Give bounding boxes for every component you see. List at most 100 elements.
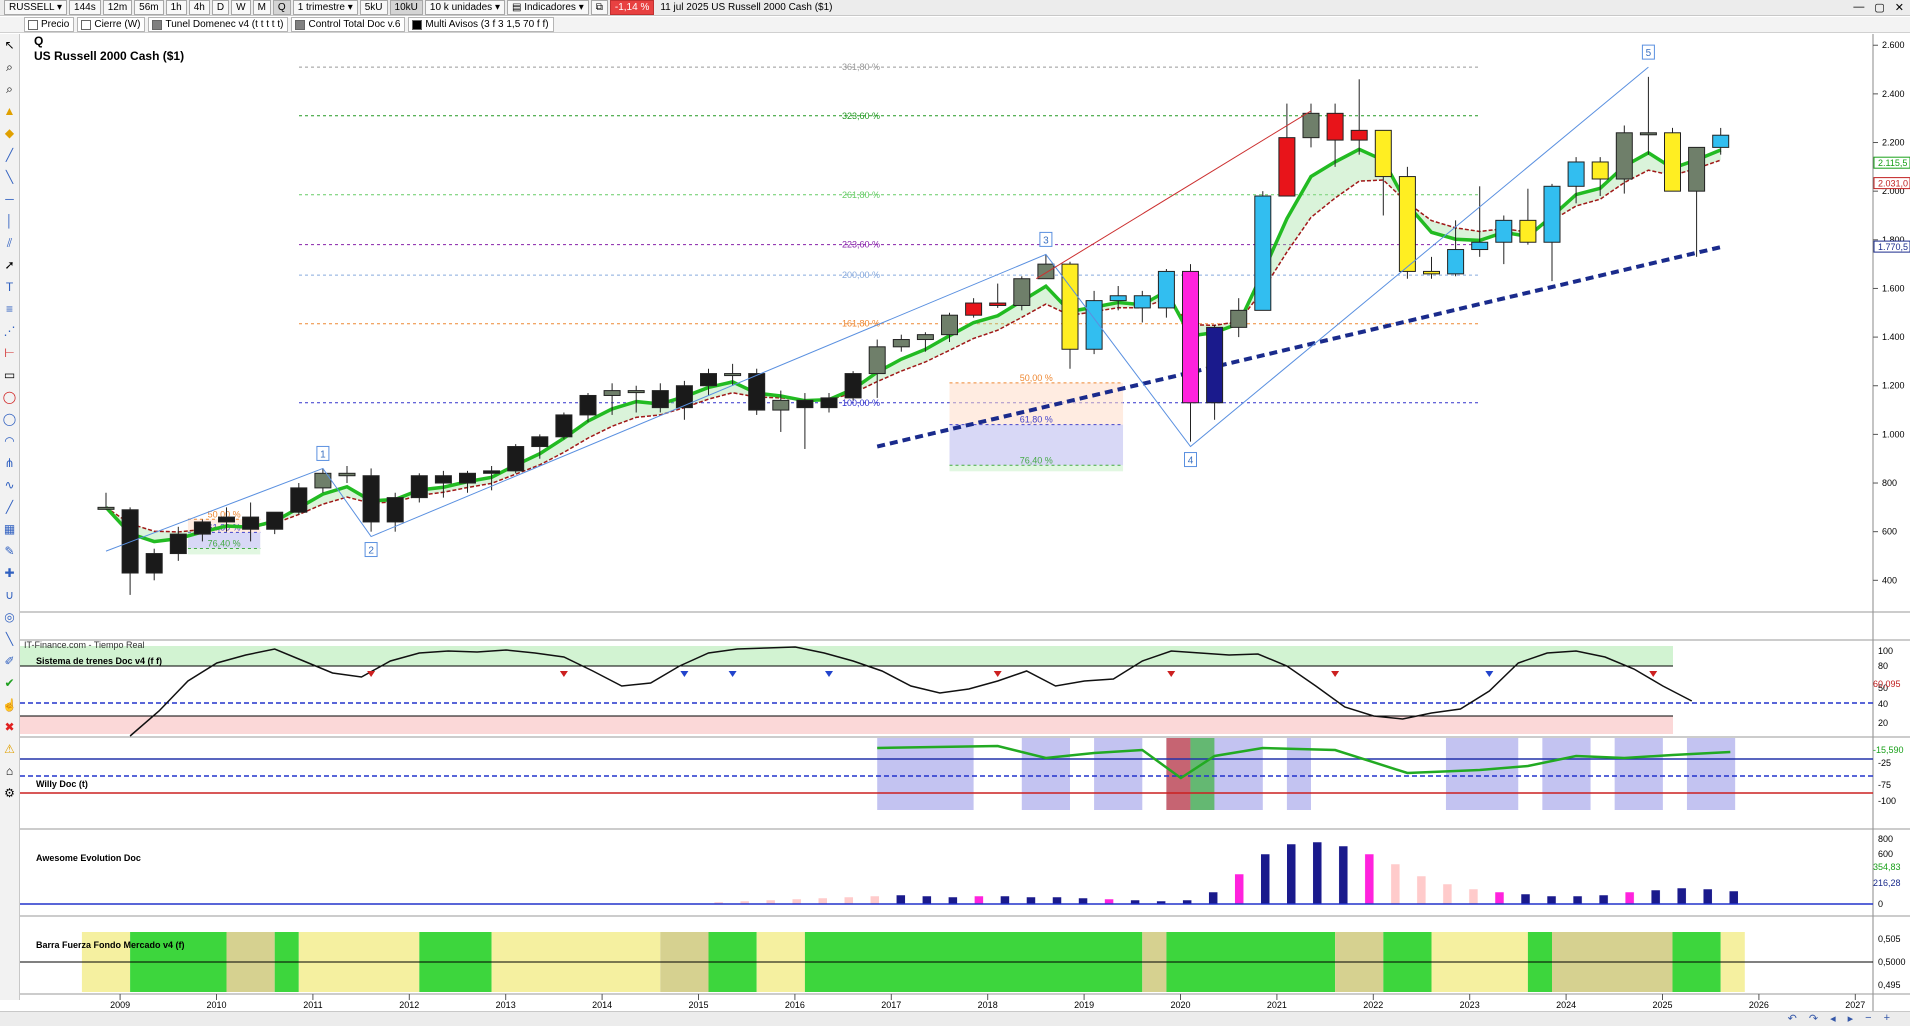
- check-icon[interactable]: ✔: [0, 672, 19, 694]
- candle-body: [97, 506, 115, 510]
- signal-arrow: [728, 671, 737, 677]
- alert-icon[interactable]: ▲: [0, 100, 19, 122]
- undo-icon[interactable]: ↶: [1788, 1012, 1797, 1025]
- interval-m[interactable]: M: [252, 0, 271, 15]
- candle-body: [434, 475, 452, 484]
- pen-icon[interactable]: ✐: [0, 650, 19, 672]
- awesome-bar: [1338, 845, 1349, 905]
- copy-icon[interactable]: ⧉: [590, 0, 608, 15]
- hline-icon[interactable]: ─: [0, 188, 19, 210]
- slash-icon[interactable]: ╱: [0, 496, 19, 518]
- channel-icon[interactable]: ⫽: [0, 232, 19, 254]
- candle-body: [169, 533, 187, 555]
- interval-56m[interactable]: 56m: [134, 0, 164, 15]
- thumbs-up-icon[interactable]: ☝: [0, 694, 19, 716]
- target-icon[interactable]: ◎: [0, 606, 19, 628]
- candle-body: [1302, 112, 1320, 139]
- units-select[interactable]: 10 k unidades ▾: [424, 0, 505, 15]
- close-icon[interactable]: ✕: [1895, 1, 1904, 14]
- measure-icon[interactable]: ▭: [0, 364, 19, 386]
- willy-band: [1021, 738, 1070, 810]
- wave-icon[interactable]: ∿: [0, 474, 19, 496]
- delete-icon[interactable]: ✖: [0, 716, 19, 738]
- maximize-icon[interactable]: ▢: [1874, 1, 1884, 14]
- symbol-select[interactable]: RUSSELL ▾: [4, 0, 68, 15]
- arc-icon[interactable]: ◠: [0, 430, 19, 452]
- wave-label: 5: [1646, 48, 1652, 59]
- candle-body: [338, 472, 356, 477]
- retracement-zone: [187, 548, 261, 555]
- candle-body: [1061, 263, 1079, 350]
- trash-icon[interactable]: ⌂: [0, 760, 19, 782]
- wave-label: 2: [368, 546, 374, 557]
- candle-body: [675, 385, 693, 409]
- color-swatch: [28, 19, 38, 30]
- warning-icon[interactable]: ⚠: [0, 738, 19, 760]
- text-icon[interactable]: T: [0, 276, 19, 298]
- candle-body: [941, 314, 958, 336]
- minimize-icon[interactable]: —: [1853, 1, 1864, 14]
- sistema-badge: 60,095: [1873, 679, 1901, 689]
- barra-tick: 0,495: [1878, 980, 1901, 990]
- indicator-cierre[interactable]: Cierre (W): [77, 17, 146, 32]
- awesome-bar: [948, 896, 958, 905]
- zoom-in-icon[interactable]: +: [1884, 1012, 1890, 1025]
- interval-d[interactable]: D: [211, 0, 230, 15]
- interval-w[interactable]: W: [231, 0, 251, 15]
- x-tick-label: 2011: [303, 1000, 322, 1010]
- vline-icon[interactable]: │: [0, 210, 19, 232]
- magnet-icon[interactable]: ∪: [0, 584, 19, 606]
- unit-5ku-button[interactable]: 5kU: [359, 0, 388, 15]
- awesome-bar: [1572, 895, 1583, 905]
- signal-arrow: [1485, 671, 1494, 677]
- candle-body: [772, 399, 790, 411]
- indicator-label: Tunel Domenec v4 (t t t t t): [165, 19, 284, 30]
- interval-q[interactable]: Q: [272, 0, 291, 15]
- ruler-icon[interactable]: ⊢: [0, 342, 19, 364]
- circle-icon[interactable]: ◯: [0, 408, 19, 430]
- bell-icon[interactable]: ◆: [0, 122, 19, 144]
- ellipse-icon[interactable]: ◯: [0, 386, 19, 408]
- indicator-control-total[interactable]: Control Total Doc v.6: [291, 17, 406, 32]
- brush-icon[interactable]: ✎: [0, 540, 19, 562]
- x-tick-label: 2014: [592, 1000, 612, 1010]
- zoom-icon[interactable]: ⌕: [0, 56, 19, 78]
- trendline-icon[interactable]: ╱: [0, 144, 19, 166]
- candle-body: [1398, 176, 1416, 272]
- interval-1h[interactable]: 1h: [165, 0, 187, 15]
- cross-icon[interactable]: ✚: [0, 562, 19, 584]
- grid-icon[interactable]: ▦: [0, 518, 19, 540]
- scroll-left-icon[interactable]: ◂: [1830, 1012, 1836, 1025]
- scroll-right-icon[interactable]: ▸: [1848, 1012, 1854, 1025]
- interval-12m[interactable]: 12m: [102, 0, 133, 15]
- chart-area[interactable]: 361,80 %323,60 %261,80 %223,60 %200,00 %…: [20, 34, 1910, 1011]
- indicators-menu[interactable]: ▤ Indicadores ▾: [506, 0, 589, 15]
- retracement-label: 76,40 %: [208, 538, 241, 548]
- candle-body: [1326, 112, 1344, 141]
- fan-icon[interactable]: ⋰: [0, 320, 19, 342]
- indicator-multi-avisos[interactable]: Multi Avisos (3 f 3 1,5 70 f f): [408, 17, 554, 32]
- willy-band: [1686, 738, 1736, 810]
- cursor-icon[interactable]: ↖: [0, 34, 19, 56]
- period-select[interactable]: 1 trimestre ▾: [292, 0, 358, 15]
- wave-label: 4: [1188, 456, 1194, 467]
- line2-icon[interactable]: ╲: [0, 628, 19, 650]
- interval-144s[interactable]: 144s: [69, 0, 101, 15]
- indicator-tunel[interactable]: Tunel Domenec v4 (t t t t t): [148, 17, 289, 32]
- line-icon[interactable]: ╲: [0, 166, 19, 188]
- y-tick-label: 1.600: [1882, 283, 1905, 293]
- fib-icon[interactable]: ≡: [0, 298, 19, 320]
- redo-icon[interactable]: ↷: [1809, 1012, 1818, 1025]
- signal-arrow: [1167, 671, 1176, 677]
- interval-4h[interactable]: 4h: [188, 0, 210, 15]
- search-icon[interactable]: ⌕: [0, 78, 19, 100]
- settings-icon[interactable]: ⚙: [0, 782, 19, 804]
- pitchfork-icon[interactable]: ⋔: [0, 452, 19, 474]
- x-tick-label: 2016: [785, 1000, 805, 1010]
- candle-body: [1278, 137, 1296, 197]
- unit-10ku-button[interactable]: 10kU: [389, 0, 423, 15]
- candle-body: [1688, 146, 1706, 192]
- arrow-icon[interactable]: ➚: [0, 254, 19, 276]
- indicator-precio[interactable]: Precio: [24, 17, 75, 32]
- zoom-out-icon[interactable]: −: [1865, 1012, 1871, 1025]
